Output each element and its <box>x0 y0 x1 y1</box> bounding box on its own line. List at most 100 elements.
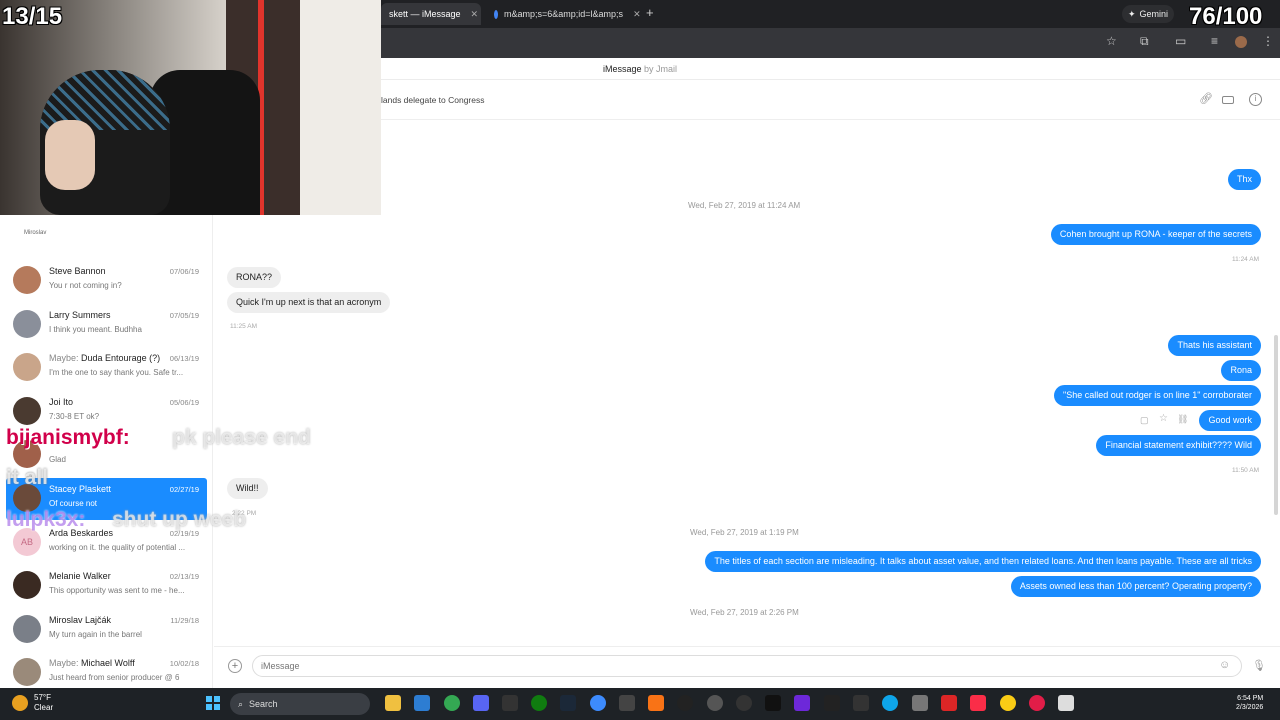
conversation-name-text: Michael Wolff <box>81 658 135 668</box>
obs-icon[interactable] <box>736 695 752 711</box>
menu-kebab-icon[interactable]: ⋮ <box>1262 34 1274 48</box>
conversation-name: Melanie Walker <box>49 571 111 581</box>
file-explorer-icon[interactable] <box>385 695 401 711</box>
app-icon[interactable] <box>824 695 840 711</box>
cast-icon[interactable]: ▭ <box>1175 34 1186 48</box>
conversation-date: 02/27/19 <box>169 485 199 494</box>
conversation-preview: My turn again in the barrel <box>49 630 142 639</box>
star-icon[interactable]: ☆ <box>1159 413 1168 424</box>
gemini-button[interactable]: ✦ Gemini <box>1122 5 1175 23</box>
conversation-item[interactable]: Melanie Walker 02/13/19 This opportunity… <box>0 568 212 610</box>
stream-chat-username: lulpk3x: <box>6 508 86 531</box>
stream-chat-message: shut up weeb <box>112 508 247 531</box>
system-clock[interactable]: 6:54 PM 2/3/2026 <box>1236 694 1263 712</box>
date-divider: Wed, Feb 27, 2019 at 1:19 PM <box>690 528 799 537</box>
conversation-item[interactable]: Steve Bannon 07/06/19 You r not coming i… <box>0 263 212 305</box>
message-bubble-outgoing[interactable]: Thx <box>1227 169 1261 190</box>
app-icon[interactable] <box>590 695 606 711</box>
steam-icon[interactable] <box>560 695 576 711</box>
app-icon[interactable] <box>765 695 781 711</box>
video-call-icon[interactable] <box>1222 96 1234 104</box>
app-icon[interactable] <box>1058 695 1074 711</box>
emoji-icon[interactable]: ☺ <box>1219 659 1230 671</box>
xbox-icon[interactable] <box>531 695 547 711</box>
app-icon[interactable] <box>853 695 869 711</box>
taskbar-search[interactable]: ⌕ Search <box>230 693 370 715</box>
conversation-name: Maybe: Duda Entourage (?) <box>49 353 160 363</box>
add-attachment-button[interactable]: + <box>228 659 242 673</box>
conversation-preview: I think you meant. Budhha <box>49 325 142 334</box>
message-bubble-outgoing[interactable]: The titles of each section are misleadin… <box>705 551 1261 572</box>
new-tab-button[interactable]: + <box>646 5 654 20</box>
close-icon[interactable]: ✕ <box>633 9 641 20</box>
clock-date: 2/3/2026 <box>1236 704 1264 711</box>
message-bubble-outgoing[interactable]: Good work <box>1199 410 1261 431</box>
search-icon: ⌕ <box>238 698 244 709</box>
tab-imessage[interactable]: skett — iMessage ✕ <box>381 3 481 25</box>
message-bubble-outgoing[interactable]: Cohen brought up RONA - keeper of the se… <box>1050 224 1261 245</box>
app-icon[interactable] <box>912 695 928 711</box>
bookmark-star-icon[interactable]: ☆ <box>1106 34 1117 48</box>
app-icon[interactable] <box>1000 695 1016 711</box>
avatar-initials: AB <box>13 528 41 556</box>
avatar <box>13 658 41 686</box>
extensions-icon[interactable]: ⧉ <box>1140 34 1149 49</box>
microphone-icon[interactable]: 🎙︎ <box>1252 659 1266 672</box>
profile-avatar[interactable] <box>1235 36 1247 48</box>
weather-icon <box>12 695 28 711</box>
weather-widget[interactable]: 57°F Clear <box>34 693 53 713</box>
windows-taskbar <box>0 688 1280 720</box>
app-title: iMessage <box>602 64 642 74</box>
app-icon[interactable] <box>941 695 957 711</box>
conversation-preview: Of course not <box>49 499 98 508</box>
maybe-tag: Maybe: <box>49 353 79 363</box>
chrome-icon[interactable] <box>444 695 460 711</box>
conversation-item[interactable]: Maybe: Michael Wolff 10/02/18 Just heard… <box>0 655 212 688</box>
message-bubble-incoming[interactable]: Quick I'm up next is that an acronym <box>227 292 391 313</box>
info-icon[interactable]: i <box>1249 93 1262 106</box>
app-icon[interactable] <box>619 695 635 711</box>
app-icon[interactable] <box>648 695 664 711</box>
message-bubble-outgoing[interactable]: Thats his assistant <box>1168 335 1261 356</box>
conversation-item[interactable]: Maybe: Duda Entourage (?) 06/13/19 I'm t… <box>0 350 212 392</box>
clock-time: 6:54 PM <box>1237 695 1264 702</box>
message-bubble-outgoing[interactable]: Assets owned less than 100 percent? Oper… <box>1010 576 1261 597</box>
conversation-item[interactable]: Miroslav Lajčák 11/29/18 My turn again i… <box>0 612 212 654</box>
windows-start-icon[interactable] <box>206 696 220 710</box>
link-icon[interactable]: 🔗︎ <box>1199 92 1213 105</box>
app-icon[interactable] <box>794 695 810 711</box>
close-icon[interactable]: ✕ <box>471 9 479 20</box>
map-pin-icon[interactable] <box>1029 695 1045 711</box>
app-icon[interactable] <box>677 695 693 711</box>
reading-list-icon[interactable]: ≡ <box>1211 34 1218 48</box>
face <box>45 120 95 190</box>
sparkle-icon: ✦ <box>1128 8 1136 19</box>
conversation-date: 11/29/18 <box>170 616 199 625</box>
store-icon[interactable] <box>414 695 430 711</box>
tab-label: m&amp;s=6&amp;id=l&amp;s <box>504 9 624 19</box>
message-bubble-incoming[interactable]: RONA?? <box>227 267 282 288</box>
message-bubble-incoming[interactable]: Wild!! <box>227 478 268 499</box>
weather-condition: Clear <box>34 703 54 712</box>
message-bubble-outgoing[interactable]: Financial statement exhibit???? Wild <box>1096 435 1261 456</box>
music-icon[interactable] <box>970 695 986 711</box>
message-time: 11:50 AM <box>1232 467 1259 474</box>
link-icon[interactable]: ⛓︎ <box>1177 414 1188 425</box>
profile-label: Miroslav <box>24 230 47 236</box>
copy-icon[interactable]: ▢ <box>1140 415 1149 426</box>
edge-icon[interactable] <box>882 695 898 711</box>
settings-icon[interactable] <box>707 695 723 711</box>
conversation-preview: Just heard from senior producer @ 6 <box>49 673 180 682</box>
message-bubble-outgoing[interactable]: Rona <box>1221 360 1261 381</box>
conversation-date: 10/02/18 <box>169 659 199 668</box>
discord-icon[interactable] <box>473 695 489 711</box>
tab-google[interactable]: m&amp;s=6&amp;id=l&amp;s ✕ <box>486 3 641 25</box>
avatar <box>13 397 41 425</box>
epic-games-icon[interactable] <box>502 695 518 711</box>
conversation-item[interactable]: Larry Summers 07/05/19 I think you meant… <box>0 307 212 349</box>
date-divider: Wed, Feb 27, 2019 at 11:24 AM <box>688 201 801 210</box>
message-bubble-outgoing[interactable]: "She called out rodger is on line 1" cor… <box>1054 385 1261 406</box>
scrollbar[interactable] <box>1274 335 1278 515</box>
message-input[interactable] <box>252 655 1242 677</box>
conversation-preview: You r not coming in? <box>49 281 122 290</box>
